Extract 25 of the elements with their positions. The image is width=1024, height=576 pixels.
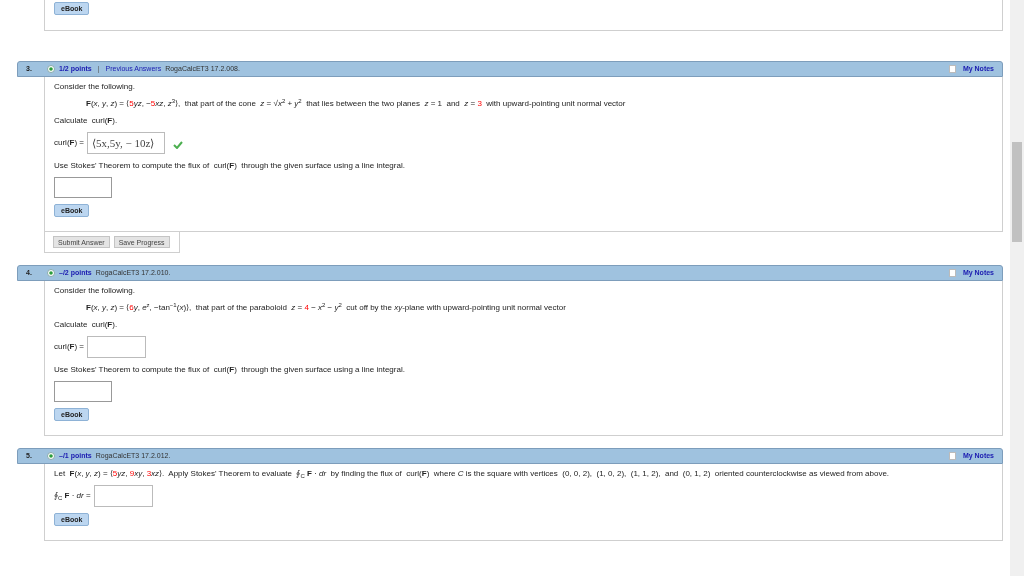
notes-icon bbox=[948, 452, 956, 460]
question-text: Use Stokes' Theorem to compute the flux of curl(F) through the given surface using a line integral. bbox=[54, 364, 406, 375]
formula-text: F(x, y, z) = ⟨5yz, −5xz, z$^{3}$⟩, that part of the cone z = √x$^{2}$ + y$^{2}$ that lies between the two planes z = 1 and z = 3 with upward-pointing unit normal vector bbox=[85, 98, 627, 109]
answer-field[interactable] bbox=[54, 177, 112, 198]
formula-text: F(x, y, z) = ⟨6y, e$^{z}$, −tan$^{−1}$(x)⟩, that part of the paraboloid z = 4 − x$^{2}$ − y$^{2}$ cut off by the xy-plane with upward-pointing unit normal vector bbox=[85, 302, 567, 313]
answer-label: curl(F) = bbox=[54, 137, 84, 149]
answer-field[interactable] bbox=[93, 485, 153, 507]
question-text: Consider the following. bbox=[54, 285, 136, 296]
scrollbar[interactable] bbox=[1010, 0, 1024, 576]
answer-label: ∮$_{C}$ F · dr = bbox=[54, 490, 91, 502]
answer-field[interactable]: ⟨5x,5y, − 10z⟩ bbox=[87, 132, 165, 154]
question-text: Calculate curl(F). bbox=[54, 319, 119, 330]
question-text: Calculate curl(F). bbox=[54, 115, 119, 126]
question-text: Consider the following. bbox=[54, 81, 136, 92]
status-dot-icon bbox=[47, 65, 55, 73]
scrollbar-thumb[interactable] bbox=[1012, 142, 1022, 242]
notes-icon bbox=[948, 65, 956, 73]
question-text: Use Stokes' Theorem to compute the flux of curl(F) through the given surface using a line integral. bbox=[54, 160, 406, 171]
notes-icon bbox=[948, 269, 956, 277]
question-text: Let F(x, y, z) = ⟨5yz, 9xy, 3xz⟩. Apply Stokes' Theorem to evaluate ∮$_{C}$ F · dr by finding the flux of curl(F) where C is the square with vertices (0, 0, 2), (1, 0, 2), (1, 1, 2), and (0, 1, 2) oriented counterclockwise as viewed from above. bbox=[54, 468, 891, 479]
answer-label: curl(F) = bbox=[54, 341, 84, 353]
answer-field[interactable] bbox=[54, 381, 112, 402]
status-dot-icon bbox=[47, 269, 55, 277]
status-dot-icon bbox=[47, 452, 55, 460]
answer-field[interactable] bbox=[87, 336, 146, 358]
